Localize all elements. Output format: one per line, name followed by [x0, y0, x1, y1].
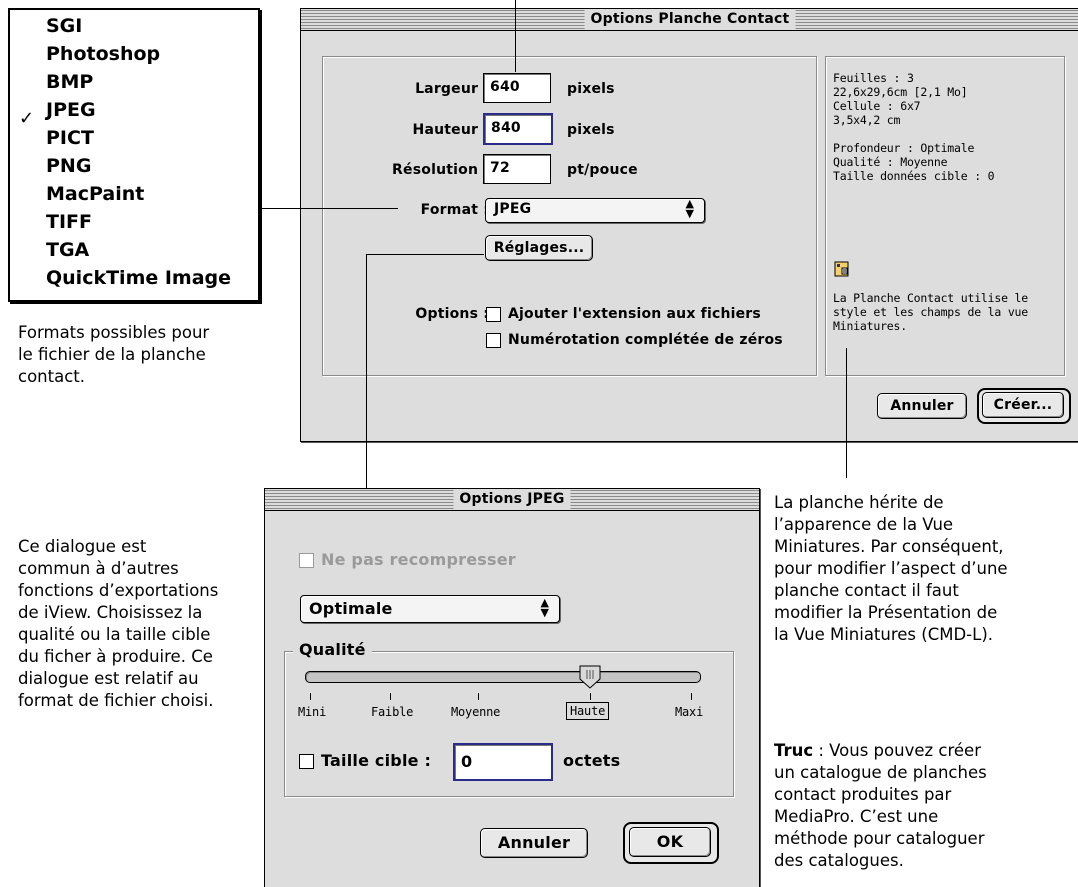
- caption-jpeg-dialog: Ce dialogue est commun à d’autres foncti…: [18, 537, 219, 710]
- width-label: Largeur :: [415, 81, 489, 97]
- title-bar[interactable]: Options JPEG: [265, 489, 759, 511]
- menu-item-sgi[interactable]: SGI: [46, 15, 82, 37]
- options-label: Options :: [415, 306, 489, 322]
- resolution-field[interactable]: 72: [483, 154, 551, 184]
- menu-item-macpaint[interactable]: MacPaint: [46, 183, 144, 205]
- menu-item-tga[interactable]: TGA: [46, 239, 89, 261]
- slider-tick: [390, 693, 391, 700]
- menu-item-photoshop[interactable]: Photoshop: [46, 43, 160, 65]
- dialog-title: Options Planche Contact: [584, 9, 796, 30]
- zero-padding-checkbox[interactable]: [486, 333, 501, 348]
- extension-checkbox[interactable]: [486, 307, 501, 322]
- callout-line-width: [515, 0, 516, 72]
- checkmark-icon: ✓: [19, 108, 35, 129]
- target-size-checkbox[interactable]: [299, 754, 314, 769]
- quality-slider-thumb[interactable]: [579, 665, 601, 689]
- menu-item-quicktime[interactable]: QuickTime Image: [46, 267, 231, 289]
- callout-line-format: [262, 208, 398, 209]
- zero-padding-option-label: Numérotation complétée de zéros: [508, 332, 783, 348]
- callout-line-settings-v: [366, 254, 367, 488]
- cancel-button[interactable]: Annuler: [877, 393, 967, 419]
- slider-tick: [691, 693, 692, 700]
- slider-tick: [590, 693, 591, 700]
- info-document-icon: [834, 261, 850, 277]
- create-button[interactable]: Créer...: [982, 392, 1064, 418]
- quality-group-label: Qualité: [293, 640, 372, 659]
- updown-arrows-icon: ▲ ▼: [685, 197, 694, 220]
- height-field[interactable]: 840: [483, 113, 553, 145]
- compression-mode-select[interactable]: Optimale ▲ ▼: [300, 595, 560, 623]
- menu-item-bmp[interactable]: BMP: [46, 71, 93, 93]
- contact-sheet-dialog: Options Planche Contact Largeur : 640 pi…: [300, 8, 1078, 442]
- format-label: Format :: [420, 202, 489, 218]
- settings-button[interactable]: Réglages...: [485, 235, 593, 261]
- format-popup-menu: ✓ SGI Photoshop BMP JPEG PICT PNG MacPai…: [8, 8, 260, 302]
- ok-button[interactable]: OK: [629, 827, 711, 857]
- updown-arrows-icon: ▲ ▼: [540, 596, 549, 619]
- tick-label-faible: Faible: [371, 705, 414, 719]
- tick-label-maxi: Maxi: [675, 705, 704, 719]
- slider-tick: [310, 693, 311, 700]
- jpeg-options-dialog: Options JPEG Ne pas recompresser Optimal…: [264, 488, 760, 887]
- target-size-field[interactable]: 0: [453, 743, 553, 781]
- height-label: Hauteur :: [412, 122, 489, 138]
- info-note: La Planche Contact utilise le style et l…: [833, 291, 1028, 333]
- width-field[interactable]: 640: [483, 73, 551, 103]
- format-select[interactable]: JPEG ▲ ▼: [485, 198, 705, 223]
- no-recompress-checkbox[interactable]: [299, 553, 314, 568]
- menu-item-pict[interactable]: PICT: [46, 127, 94, 149]
- quality-slider-track[interactable]: [305, 671, 701, 683]
- slider-tick: [478, 693, 479, 700]
- resolution-label: Résolution :: [392, 162, 489, 178]
- cancel-button[interactable]: Annuler: [480, 828, 588, 858]
- dialog-title: Options JPEG: [453, 489, 571, 510]
- target-size-unit: octets: [563, 751, 621, 770]
- callout-line-settings-h: [366, 254, 484, 255]
- callout-line-info: [846, 348, 847, 478]
- menu-item-png[interactable]: PNG: [46, 155, 91, 177]
- tick-label-moyenne: Moyenne: [451, 705, 501, 719]
- height-unit: pixels: [567, 122, 615, 138]
- no-recompress-label: Ne pas recompresser: [321, 550, 516, 569]
- tick-label-haute: Haute: [566, 702, 610, 720]
- menu-item-jpeg[interactable]: JPEG: [46, 99, 96, 121]
- menu-item-tiff[interactable]: TIFF: [46, 211, 92, 233]
- target-size-label: Taille cible :: [321, 751, 432, 770]
- info-text: Feuilles : 3 22,6x29,6cm [2,1 Mo] Cellul…: [833, 71, 995, 183]
- caption-formats: Formats possibles pour le fichier de la …: [18, 323, 210, 386]
- title-bar[interactable]: Options Planche Contact: [301, 9, 1078, 31]
- caption-tip: Truc : Vous pouvez créer un catalogue de…: [774, 741, 987, 870]
- resolution-unit: pt/pouce: [567, 162, 638, 178]
- caption-inherit: La planche hérite de l’apparence de la V…: [774, 493, 1008, 644]
- tick-label-mini: Mini: [298, 705, 327, 719]
- width-unit: pixels: [567, 81, 615, 97]
- extension-option-label: Ajouter l'extension aux fichiers: [508, 306, 761, 322]
